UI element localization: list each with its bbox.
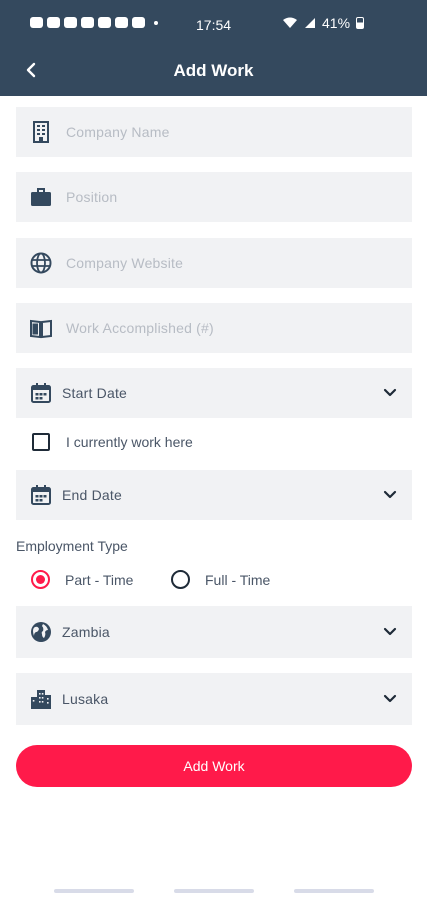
battery-icon [356, 17, 365, 29]
city-value: Lusaka [62, 691, 109, 707]
whatsapp-icon [30, 17, 43, 28]
city-icon [31, 690, 51, 709]
start-date-label: Start Date [62, 385, 128, 401]
book-open-icon [30, 319, 52, 339]
more-dot-icon [154, 20, 158, 25]
globe-icon [30, 252, 52, 274]
company-website-input[interactable]: Company Website [16, 238, 412, 288]
chevron-down-icon [383, 388, 397, 397]
nav-back-bar[interactable] [294, 889, 374, 893]
nav-home-bar[interactable] [174, 889, 254, 893]
currently-work-here-label: I currently work here [66, 434, 193, 450]
currently-work-here-row[interactable]: I currently work here [32, 433, 193, 451]
messenger-icon [81, 17, 94, 28]
company-website-placeholder: Company Website [66, 255, 184, 271]
employment-type-label: Employment Type [16, 538, 128, 554]
company-name-placeholder: Company Name [66, 124, 170, 140]
full-time-label: Full - Time [205, 571, 271, 588]
position-placeholder: Position [66, 189, 118, 205]
country-value: Zambia [62, 624, 110, 640]
position-input[interactable]: Position [16, 172, 412, 222]
telegram-icon [64, 17, 77, 28]
app-header: 17:54 41% Add Work [0, 0, 427, 96]
calendar-icon [31, 383, 51, 403]
briefcase-icon [31, 188, 51, 206]
chevron-down-icon [383, 627, 397, 636]
start-date-select[interactable]: Start Date [16, 368, 412, 418]
calendar-icon [31, 485, 51, 505]
wifi-icon [283, 17, 297, 28]
earth-icon [31, 622, 51, 642]
snapchat-icon [47, 17, 60, 28]
work-accomplished-input[interactable]: Work Accomplished (#) [16, 303, 412, 353]
full-time-radio[interactable] [171, 570, 190, 589]
end-date-select[interactable]: End Date [16, 470, 412, 520]
mail-icon [98, 17, 111, 28]
part-time-option[interactable]: Part - Time [31, 570, 133, 589]
part-time-label: Part - Time [65, 571, 134, 588]
work-accomplished-placeholder: Work Accomplished (#) [66, 320, 214, 336]
chevron-down-icon [383, 694, 397, 703]
youtube-icon [132, 17, 145, 28]
building-icon [33, 121, 49, 143]
status-right: 41% [282, 15, 365, 31]
youtube-icon [115, 17, 128, 28]
nav-recents-bar[interactable] [54, 889, 134, 893]
company-name-input[interactable]: Company Name [16, 107, 412, 157]
page-title: Add Work [173, 61, 254, 80]
chevron-down-icon [383, 490, 397, 499]
city-select[interactable]: Lusaka [16, 673, 412, 725]
battery-percent: 41% [322, 15, 351, 31]
end-date-label: End Date [62, 487, 122, 503]
notification-icons [30, 17, 158, 28]
part-time-radio[interactable] [31, 570, 50, 589]
status-bar: 17:54 41% [0, 0, 427, 52]
signal-icon [305, 18, 315, 28]
country-select[interactable]: Zambia [16, 606, 412, 658]
full-time-option[interactable]: Full - Time [171, 570, 270, 589]
status-time: 17:54 [196, 17, 232, 33]
add-work-button[interactable]: Add Work [16, 745, 412, 787]
currently-work-here-checkbox[interactable] [32, 433, 50, 451]
